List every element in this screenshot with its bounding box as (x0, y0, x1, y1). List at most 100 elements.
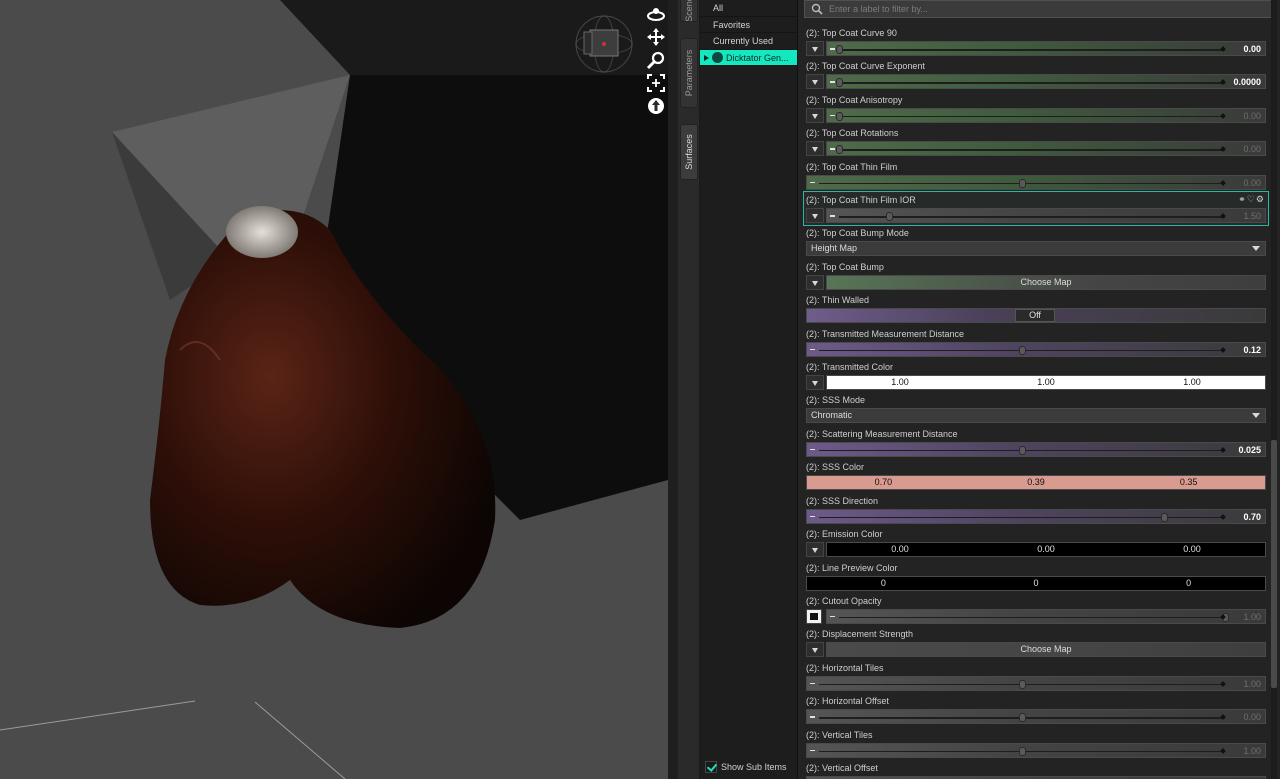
category-item-all[interactable]: All (700, 0, 797, 17)
slider-knob[interactable] (1019, 713, 1026, 723)
property-row[interactable]: (2): Top Coat Rotations 0.00 (804, 125, 1268, 158)
slider-value[interactable]: 1.50 (1243, 211, 1261, 221)
decrement-icon[interactable] (830, 215, 835, 217)
slider-knob[interactable] (1161, 512, 1169, 522)
slider-value[interactable]: 0.12 (1243, 345, 1261, 355)
decrement-icon[interactable] (810, 716, 815, 718)
slider-value[interactable]: 0.00 (1243, 178, 1261, 188)
decrement-icon[interactable] (830, 615, 835, 618)
color-swatch[interactable]: 0.70 0.39 0.35 (806, 475, 1266, 491)
slider-value[interactable]: 0.00 (1243, 44, 1261, 54)
property-row[interactable]: (2): Transmitted Measurement Distance 0.1… (804, 326, 1268, 359)
menu-arrow-button[interactable] (806, 642, 824, 658)
heart-icon[interactable]: ♡ (1247, 194, 1256, 204)
property-row[interactable]: (2): Transmitted Color 1.00 1.00 1.00 (804, 359, 1268, 392)
slider-value[interactable]: 0.00 (1243, 144, 1261, 154)
color-swatch[interactable]: 1.00 1.00 1.00 (826, 375, 1266, 391)
decrement-icon[interactable] (830, 81, 835, 83)
choose-map-button[interactable]: Choose Map (826, 642, 1266, 658)
property-row[interactable]: (2): Horizontal Offset 0.00 (804, 693, 1268, 726)
choose-map-button[interactable]: Choose Map (826, 274, 1266, 290)
view-cube[interactable] (572, 12, 636, 76)
map-thumbnail-icon[interactable] (806, 608, 822, 624)
slider-value[interactable]: 0.0000 (1233, 77, 1261, 87)
value-slider[interactable]: 1.00 (806, 675, 1266, 691)
decrement-icon[interactable] (810, 515, 815, 518)
value-slider[interactable]: 0.00 (806, 709, 1266, 725)
menu-arrow-button[interactable] (806, 141, 824, 157)
slider-value[interactable]: 0.00 (1243, 111, 1261, 121)
value-slider[interactable]: 0.00 (826, 141, 1266, 157)
toggle-button[interactable]: Off (1015, 309, 1055, 323)
value-slider[interactable]: 1.50 (826, 208, 1266, 224)
category-item-figure[interactable]: Dicktator Gen... (700, 49, 797, 66)
slider-knob[interactable] (836, 145, 843, 155)
properties-scrollbar[interactable] (1271, 0, 1277, 779)
property-row[interactable]: (2): Horizontal Tiles 1.00 (804, 660, 1268, 693)
decrement-icon[interactable] (810, 448, 815, 451)
checkbox-checked-icon[interactable] (705, 761, 717, 773)
slider-value[interactable]: 1.00 (1243, 612, 1261, 622)
value-slider[interactable]: 0.00 (826, 107, 1266, 123)
category-item-favorites[interactable]: Favorites (700, 17, 797, 33)
decrement-icon[interactable] (830, 114, 835, 117)
property-row[interactable]: (2): Top Coat Thin Film IOR ⚭♡⚙ 1.50 (803, 191, 1269, 227)
menu-arrow-button[interactable] (806, 375, 824, 391)
expand-arrow-icon[interactable] (704, 54, 709, 61)
property-row[interactable]: (2): Line Preview Color 0 0 0 (804, 560, 1268, 593)
value-slider[interactable]: 1.00 (826, 608, 1266, 624)
property-row[interactable]: (2): Vertical Tiles 1.00 (804, 727, 1268, 760)
slider-value[interactable]: 0.70 (1243, 512, 1261, 522)
slider-knob[interactable] (836, 111, 843, 121)
property-row[interactable]: (2): Emission Color 0.00 0.00 0.00 (804, 526, 1268, 559)
slider-value[interactable]: 1.00 (1243, 679, 1261, 689)
property-row[interactable]: (2): SSS Color 0.70 0.39 0.35 (804, 459, 1268, 492)
menu-arrow-button[interactable] (806, 41, 824, 56)
value-slider[interactable]: 0.025 (806, 441, 1266, 457)
value-slider[interactable]: 0.0000 (826, 74, 1266, 90)
property-row[interactable]: (2): Displacement Strength Choose Map (804, 626, 1268, 659)
tab-surfaces[interactable]: Surfaces (680, 124, 698, 180)
slider-knob[interactable] (1019, 679, 1026, 689)
property-row[interactable]: (2): Vertical Offset0.00 (804, 760, 1268, 779)
slider-knob[interactable] (886, 212, 894, 222)
property-row[interactable]: (2): Cutout Opacity 1.00 (804, 593, 1268, 626)
viewport[interactable] (0, 0, 668, 779)
gear-icon[interactable]: ⚙ (1256, 194, 1265, 204)
value-slider[interactable]: 0.00 (806, 174, 1266, 190)
category-item-currently-used[interactable]: Currently Used (700, 33, 797, 50)
value-slider[interactable]: 0.70 (806, 508, 1266, 524)
property-row[interactable]: (2): Thin Walled Off (804, 292, 1268, 325)
mode-dropdown[interactable]: Chromatic (806, 408, 1266, 424)
decrement-icon[interactable] (810, 749, 815, 752)
value-slider[interactable]: 0.00 (826, 41, 1266, 56)
reset-icon[interactable] (646, 96, 666, 116)
show-sub-items-checkbox[interactable]: Show Sub Items (705, 760, 787, 774)
menu-arrow-button[interactable] (806, 74, 824, 90)
property-row[interactable]: (2): SSS Mode Chromatic (804, 392, 1268, 425)
property-row[interactable]: (2): Top Coat Anisotropy 0.00 (804, 92, 1268, 125)
property-row[interactable]: (2): Scattering Measurement Distance 0.02… (804, 426, 1268, 459)
menu-arrow-button[interactable] (806, 542, 824, 558)
scrollbar-thumb[interactable] (1271, 440, 1277, 688)
decrement-icon[interactable] (810, 348, 815, 351)
slider-knob[interactable] (1019, 345, 1026, 355)
orbit-icon[interactable] (646, 4, 666, 24)
color-swatch[interactable]: 0.00 0.00 0.00 (826, 542, 1266, 558)
tab-parameters[interactable]: Parameters (680, 38, 698, 108)
frame-icon[interactable] (646, 73, 666, 93)
property-row[interactable]: (2): Top Coat Bump Choose Map (804, 259, 1268, 292)
slider-knob[interactable] (1019, 445, 1026, 455)
decrement-icon[interactable] (830, 48, 835, 50)
slider-knob[interactable] (836, 78, 843, 88)
decrement-icon[interactable] (810, 181, 815, 184)
property-row[interactable]: (2): Top Coat Curve Exponent 0.0000 (804, 58, 1268, 91)
decrement-icon[interactable] (830, 148, 835, 150)
mode-dropdown[interactable]: Height Map (806, 241, 1266, 257)
tab-scene[interactable]: Scene (680, 0, 698, 22)
panel-splitter[interactable] (668, 0, 678, 779)
filter-input[interactable] (829, 2, 1259, 16)
slider-knob[interactable] (1019, 746, 1026, 756)
slider-value[interactable]: 1.00 (1243, 746, 1261, 756)
value-slider[interactable]: 0.12 (806, 341, 1266, 357)
